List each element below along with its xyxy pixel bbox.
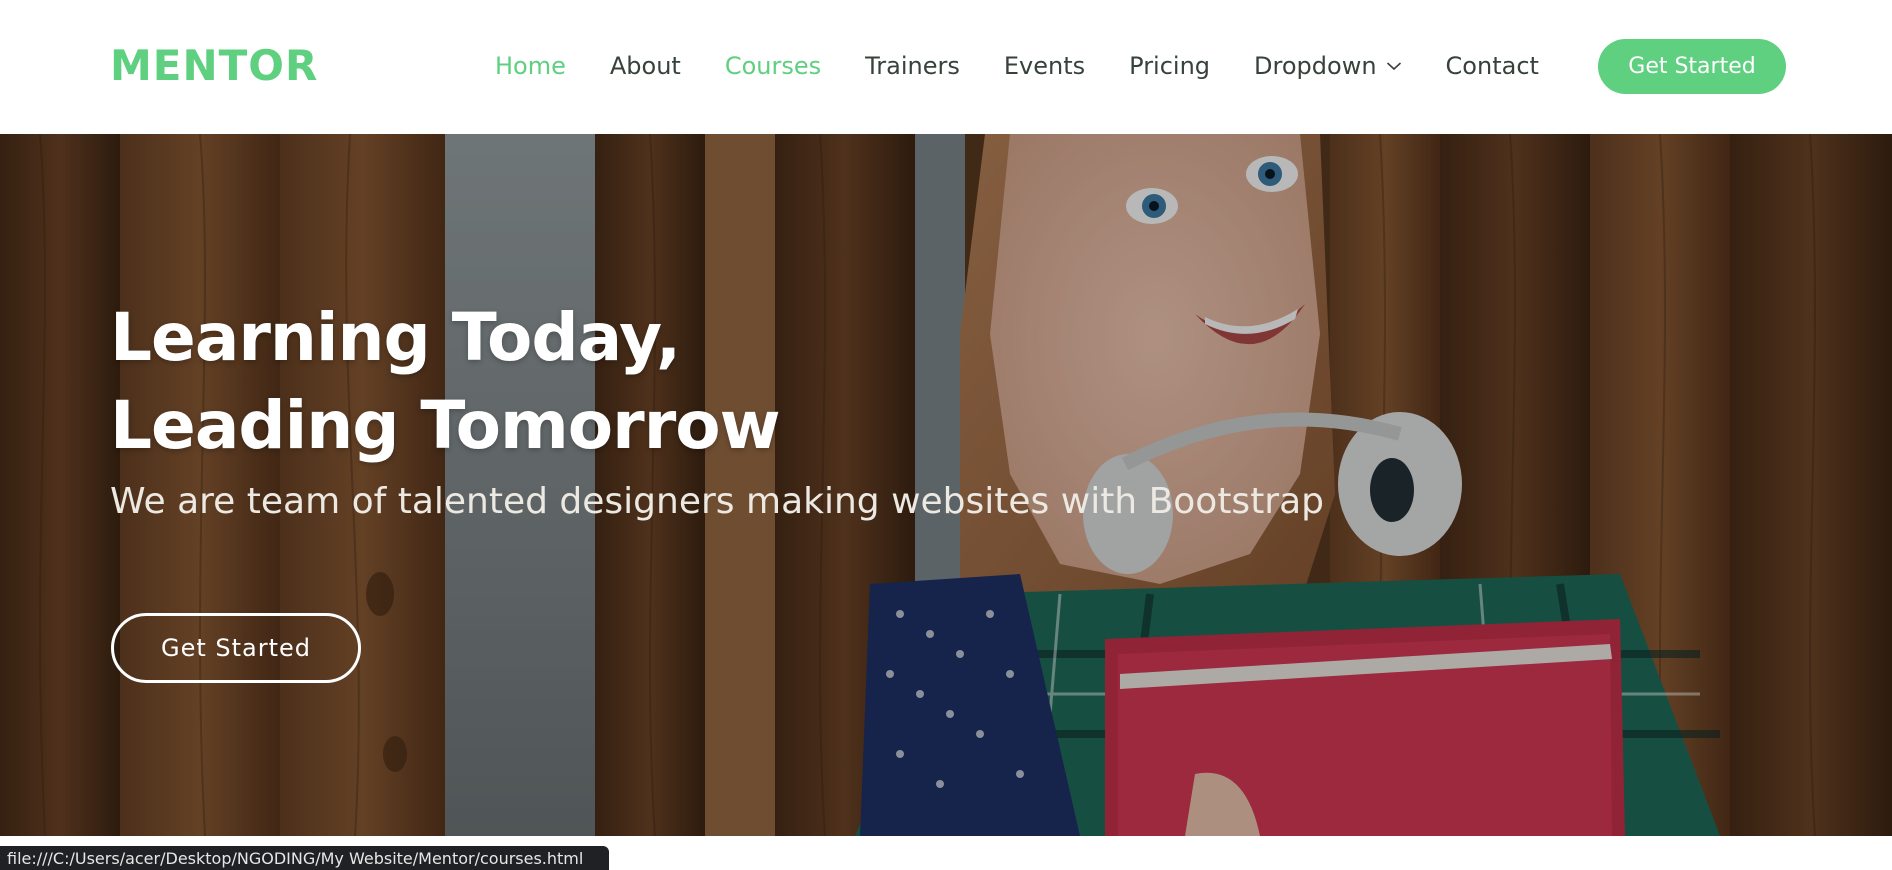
- hero-section: Learning Today, Leading Tomorrow We are …: [0, 134, 1892, 836]
- main-nav: Home About Courses Trainers Events Prici…: [495, 48, 1583, 84]
- hero-title-line-1: Learning Today,: [110, 299, 681, 376]
- nav-item-label: Home: [495, 52, 566, 80]
- nav-item-label: Trainers: [865, 52, 960, 80]
- get-started-button[interactable]: Get Started: [1598, 39, 1786, 94]
- nav-item-label: About: [609, 52, 681, 80]
- nav-item-courses[interactable]: Courses: [725, 48, 821, 84]
- hero-subtitle: We are team of talented designers making…: [110, 481, 1325, 522]
- nav-item-label: Dropdown: [1254, 52, 1377, 80]
- nav-item-label: Pricing: [1129, 52, 1211, 80]
- nav-item-contact[interactable]: Contact: [1446, 48, 1539, 84]
- nav-item-label: Courses: [724, 52, 822, 80]
- browser-status-bar: file:///C:/Users/acer/Desktop/NGODING/My…: [0, 846, 609, 870]
- nav-item-label: Events: [1003, 52, 1086, 80]
- nav-item-pricing[interactable]: Pricing: [1129, 48, 1210, 84]
- site-header: MENTOR Home About Courses Trainers Event…: [0, 0, 1892, 134]
- hero-title: Learning Today, Leading Tomorrow: [110, 294, 781, 470]
- chevron-down-icon: [1386, 62, 1401, 71]
- nav-item-events[interactable]: Events: [1004, 48, 1085, 84]
- nav-item-home[interactable]: Home: [495, 48, 566, 84]
- nav-item-about[interactable]: About: [610, 48, 681, 84]
- nav-item-label: Contact: [1445, 52, 1539, 80]
- logo[interactable]: MENTOR: [110, 40, 318, 92]
- hero-get-started-button[interactable]: Get Started: [111, 613, 361, 683]
- hero-title-line-2: Leading Tomorrow: [110, 387, 781, 464]
- nav-item-trainers[interactable]: Trainers: [865, 48, 960, 84]
- nav-item-dropdown[interactable]: Dropdown: [1254, 48, 1402, 84]
